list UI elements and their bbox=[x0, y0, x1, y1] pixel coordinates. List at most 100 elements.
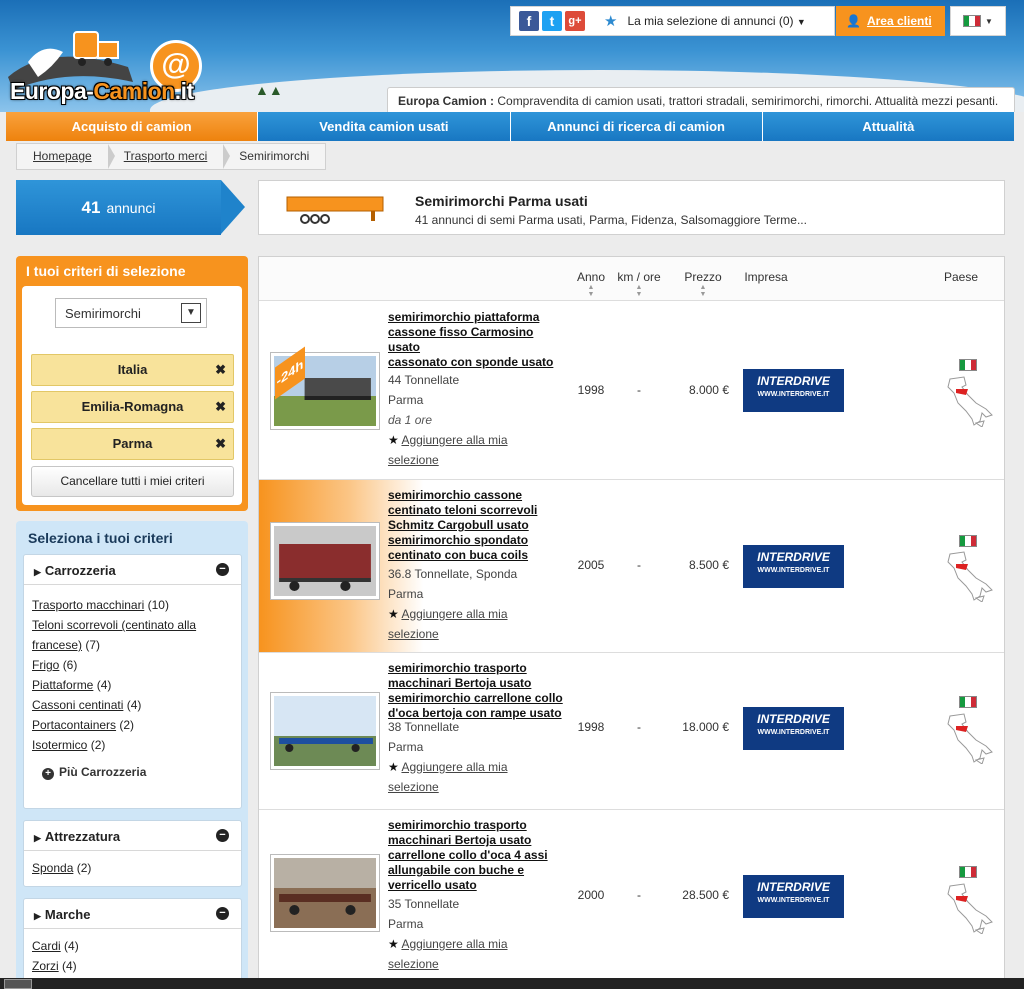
breadcrumb-trasporto-merci[interactable]: Trasporto merci bbox=[108, 144, 230, 169]
table-row[interactable]: -24h semirimorchio piattaforma cassone f… bbox=[259, 302, 1004, 480]
title-line: usato bbox=[388, 340, 421, 354]
clear-criteria-button[interactable]: Cancellare tutti i miei criteri bbox=[31, 466, 234, 497]
main-nav: Acquisto di camion Vendita camion usati … bbox=[6, 112, 1014, 141]
filter-count: (7) bbox=[85, 638, 101, 652]
table-row[interactable]: semirimorchio trasporto macchinari Berto… bbox=[259, 653, 1004, 810]
listing-thumbnail[interactable] bbox=[270, 522, 380, 600]
listing-km: - bbox=[637, 888, 641, 902]
filter-link[interactable]: Zorzi bbox=[32, 959, 59, 973]
filter-link[interactable]: Cassoni centinati bbox=[32, 698, 123, 712]
google-plus-icon[interactable]: g+ bbox=[565, 11, 585, 31]
listing-age: da 1 ore bbox=[388, 413, 433, 427]
listing-title-link[interactable]: semirimorchio cassone centinato teloni s… bbox=[388, 488, 566, 563]
more-carrozzeria-button[interactable]: + Più Carrozzeria bbox=[24, 755, 241, 780]
add-to-selection-link[interactable]: ★ Aggiungere alla mia selezione bbox=[388, 757, 568, 797]
close-icon[interactable]: ✖ bbox=[215, 429, 226, 459]
list-item: Cardi (4) bbox=[24, 936, 241, 956]
italy-flag-icon bbox=[959, 359, 977, 371]
area-clienti-button[interactable]: 👤 Area clienti bbox=[836, 6, 945, 36]
caret-right-icon: ▶ bbox=[34, 911, 41, 921]
category-select[interactable]: Semirimorchi ▼ bbox=[55, 298, 207, 328]
nav-vendita[interactable]: Vendita camion usati bbox=[258, 112, 511, 141]
filter-marche-header[interactable]: ▶ Marche − bbox=[24, 899, 241, 929]
filter-link-cont[interactable]: francese) bbox=[32, 638, 82, 652]
listing-title-link[interactable]: semirimorchio piattaforma cassone fisso … bbox=[388, 310, 566, 370]
twitter-icon[interactable]: t bbox=[542, 11, 562, 31]
add-to-selection-link[interactable]: ★ Aggiungere alla mia selezione bbox=[388, 934, 568, 974]
nav-acquisto[interactable]: Acquisto di camion bbox=[6, 112, 259, 141]
list-item: Sponda (2) bbox=[24, 858, 241, 878]
filter-link[interactable]: Portacontainers bbox=[32, 718, 116, 732]
breadcrumb: Homepage Trasporto merci Semirimorchi bbox=[16, 143, 327, 170]
title-line: centinato teloni scorrevoli bbox=[388, 503, 538, 517]
taskbar-button[interactable] bbox=[4, 979, 32, 989]
list-item: Piattaforme (4) bbox=[24, 675, 241, 695]
breadcrumb-homepage[interactable]: Homepage bbox=[17, 144, 115, 169]
close-icon[interactable]: ✖ bbox=[215, 355, 226, 385]
listing-thumbnail[interactable] bbox=[270, 854, 380, 932]
company-name: INTERDRIVE bbox=[757, 374, 830, 388]
category-header: Semirimorchi Parma usati 41 annunci di s… bbox=[258, 180, 1005, 235]
plus-icon: + bbox=[42, 768, 54, 780]
filter-link[interactable]: Isotermico bbox=[32, 738, 87, 752]
language-selector[interactable]: ▼ bbox=[950, 6, 1006, 36]
logo-part-1: Europa- bbox=[10, 78, 94, 104]
results-count: 41 bbox=[81, 197, 101, 217]
collapse-icon[interactable]: − bbox=[216, 563, 229, 576]
facebook-icon[interactable]: f bbox=[519, 11, 539, 31]
company-url: WWW.INTERDRIVE.IT bbox=[757, 391, 830, 398]
collapse-icon[interactable]: − bbox=[216, 907, 229, 920]
column-anno[interactable]: Anno ▲ ▼ bbox=[571, 270, 611, 298]
column-km[interactable]: km / ore ▲ ▼ bbox=[614, 270, 664, 298]
close-icon[interactable]: ✖ bbox=[215, 392, 226, 422]
listing-year: 2005 bbox=[577, 558, 605, 572]
add-label-2: selezione bbox=[388, 627, 439, 641]
caret-right-icon: ▶ bbox=[34, 567, 41, 577]
title-line: macchinari Bertoja usato bbox=[388, 676, 532, 690]
trees-icon: ▲▲ bbox=[255, 82, 283, 98]
table-row[interactable]: semirimorchio cassone centinato teloni s… bbox=[259, 480, 1004, 653]
criteria-inner: Semirimorchi ▼ Italia ✖ Emilia-Romagna ✖ P… bbox=[22, 286, 242, 505]
sort-icon: ▲ ▼ bbox=[635, 284, 643, 298]
company-logo[interactable]: INTERDRIVE WWW.INTERDRIVE.IT bbox=[743, 875, 844, 918]
site-logo[interactable]: Europa-Camion.it bbox=[10, 78, 194, 105]
title-line: Schmitz Cargobull usato bbox=[388, 518, 529, 532]
filter-attrezzatura-header[interactable]: ▶ Attrezzatura − bbox=[24, 821, 241, 851]
collapse-icon[interactable]: − bbox=[216, 829, 229, 842]
logo-part-3: .it bbox=[174, 78, 194, 104]
company-logo[interactable]: INTERDRIVE WWW.INTERDRIVE.IT bbox=[743, 545, 844, 588]
listing-info: 44 Tonnellate Parma da 1 ore ★ Aggiunger… bbox=[388, 370, 568, 470]
company-url: WWW.INTERDRIVE.IT bbox=[757, 897, 830, 904]
add-to-selection-link[interactable]: ★ Aggiungere alla mia selezione bbox=[388, 604, 568, 644]
listing-title-link[interactable]: semirimorchio trasporto macchinari Berto… bbox=[388, 818, 566, 893]
caret-right-icon: ▶ bbox=[34, 833, 41, 843]
my-selection-dropdown[interactable]: La mia selezione di annunci (0) ▼ bbox=[627, 14, 805, 28]
filter-link[interactable]: Teloni scorrevoli (centinato alla bbox=[32, 618, 196, 632]
list-item: Zorzi (4) bbox=[24, 956, 241, 976]
criterion-label: Italia bbox=[117, 362, 148, 377]
table-row[interactable]: semirimorchio trasporto macchinari Berto… bbox=[259, 810, 1004, 988]
listing-city: Parma bbox=[388, 740, 424, 754]
listing-city: Parma bbox=[388, 393, 424, 407]
breadcrumb-semirimorchi: Semirimorchi bbox=[239, 149, 310, 163]
results-table: Anno ▲ ▼ km / ore ▲ ▼ Prezzo ▲ ▼ Impresa Paese… bbox=[258, 256, 1005, 989]
column-prezzo[interactable]: Prezzo ▲ ▼ bbox=[679, 270, 727, 298]
filter-link[interactable]: Cardi bbox=[32, 939, 61, 953]
filter-carrozzeria-header[interactable]: ▶ Carrozzeria − bbox=[24, 555, 241, 585]
list-item: Cassoni centinati (4) bbox=[24, 695, 241, 715]
add-to-selection-link[interactable]: ★ Aggiungere alla mia selezione bbox=[388, 430, 568, 470]
filter-link[interactable]: Frigo bbox=[32, 658, 59, 672]
semitrailer-icon bbox=[286, 196, 384, 224]
nav-attualita[interactable]: Attualità bbox=[762, 112, 1014, 141]
filter-marche: ▶ Marche − Cardi (4) Zorzi (4) bbox=[23, 898, 242, 989]
company-logo[interactable]: INTERDRIVE WWW.INTERDRIVE.IT bbox=[743, 369, 844, 412]
filter-link[interactable]: Piattaforme bbox=[32, 678, 93, 692]
company-logo[interactable]: INTERDRIVE WWW.INTERDRIVE.IT bbox=[743, 707, 844, 750]
nav-ricerca[interactable]: Annunci di ricerca di camion bbox=[510, 112, 763, 141]
title-line: centinato con buca coils bbox=[388, 548, 529, 562]
filter-link[interactable]: Sponda bbox=[32, 861, 73, 875]
listing-thumbnail[interactable] bbox=[270, 692, 380, 770]
listing-title-link[interactable]: semirimorchio trasporto macchinari Berto… bbox=[388, 661, 566, 721]
filter-link[interactable]: Trasporto macchinari bbox=[32, 598, 144, 612]
listing-thumbnail[interactable]: -24h bbox=[270, 346, 380, 430]
